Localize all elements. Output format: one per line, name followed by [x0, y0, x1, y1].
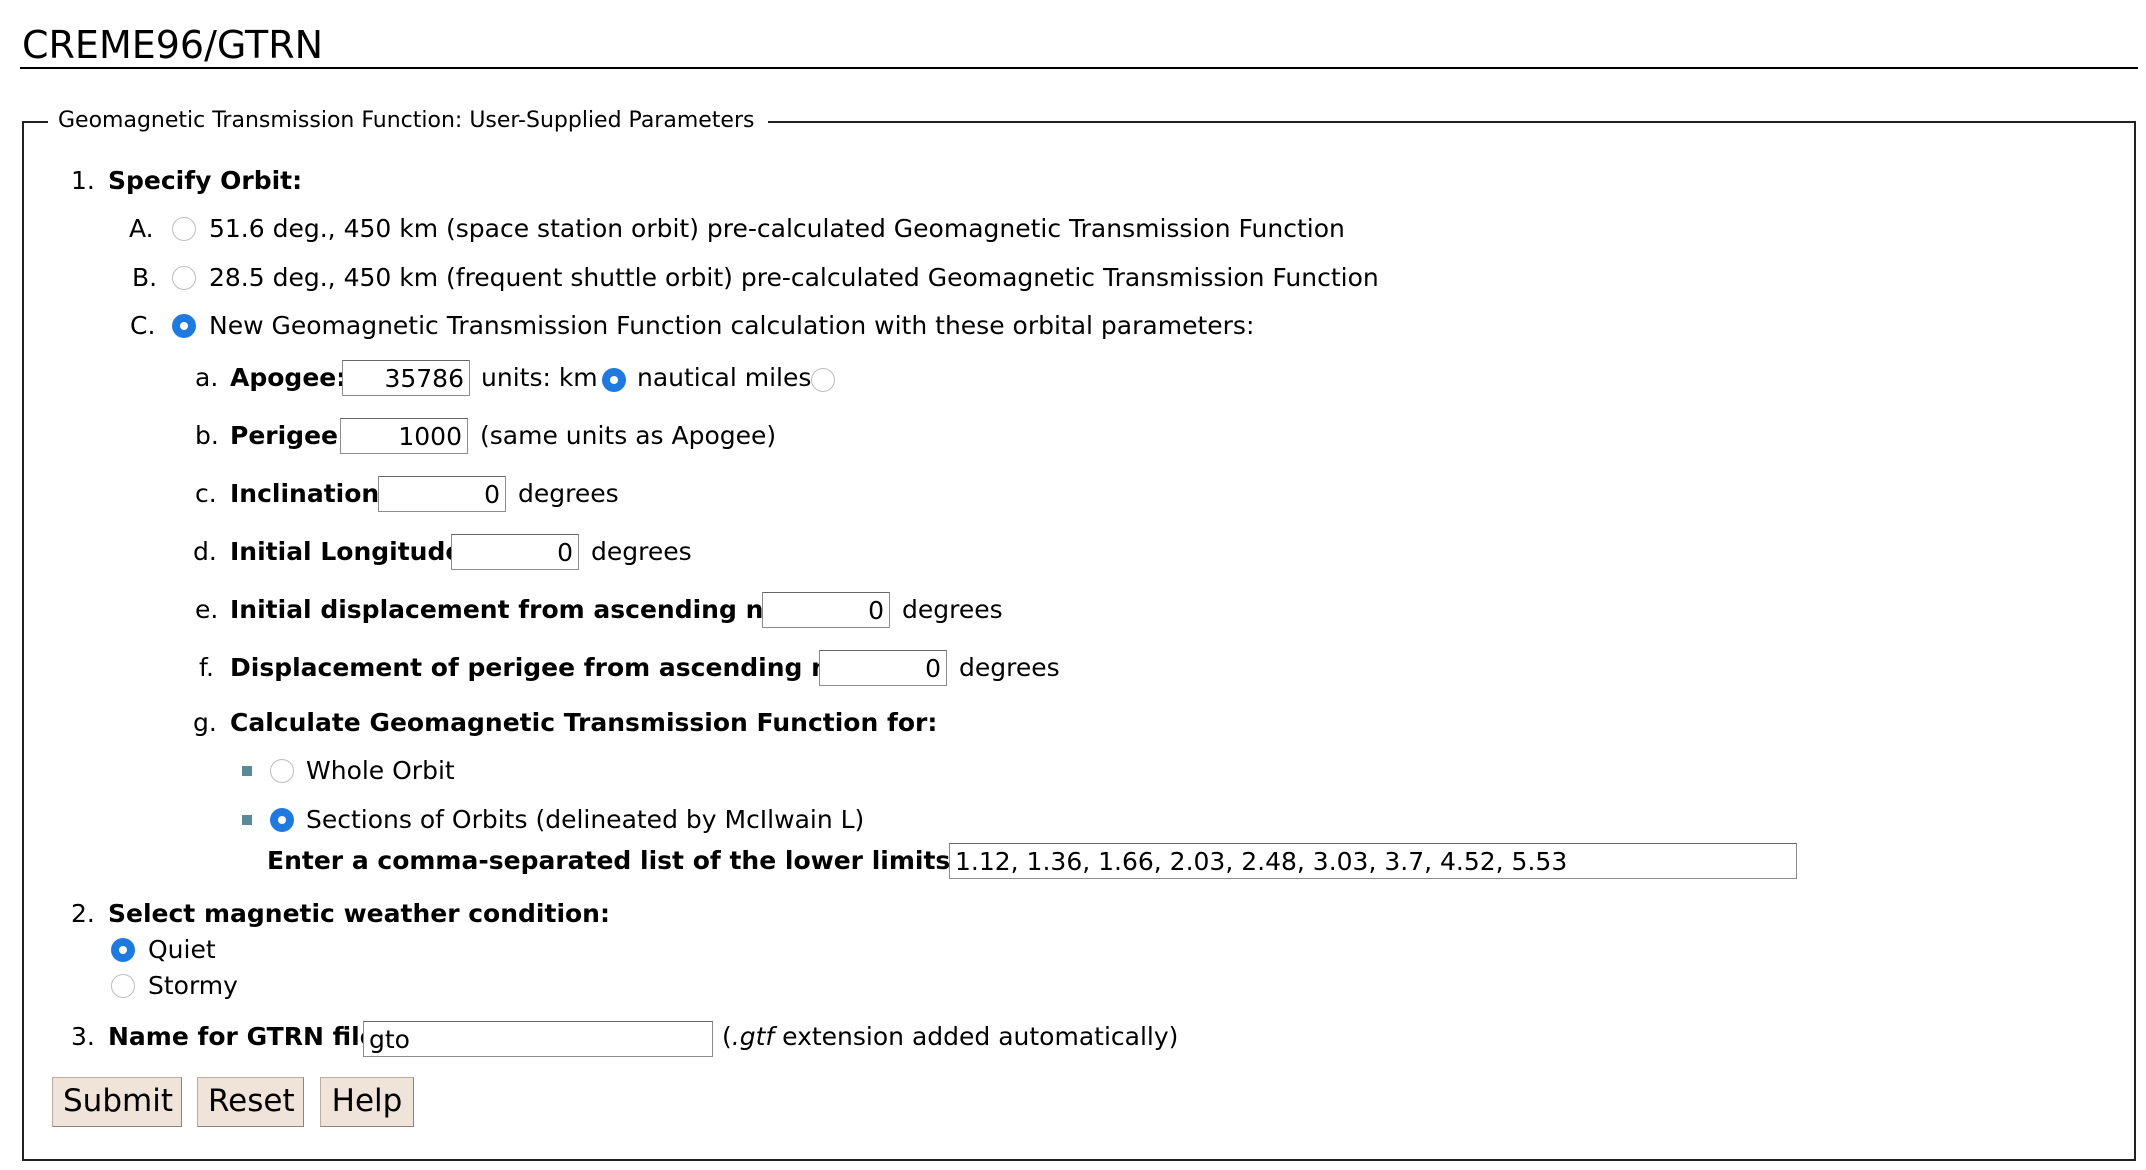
inclination-input[interactable]	[378, 476, 506, 512]
quiet-label: Quiet	[148, 935, 216, 964]
inclination-letter: c.	[195, 479, 217, 508]
step3-number: 3.	[71, 1022, 95, 1051]
gtrn-filename-input[interactable]	[363, 1021, 713, 1057]
orbit-option-b-radio[interactable]	[172, 266, 196, 290]
filename-hint-suffix: extension added automatically)	[774, 1022, 1179, 1051]
longitude-letter: d.	[193, 537, 217, 566]
orbit-option-c-radio[interactable]	[172, 314, 196, 338]
apogee-label: Apogee:	[230, 363, 347, 392]
displacement-label: Initial displacement from ascending node…	[230, 595, 826, 624]
units-km-radio[interactable]	[602, 368, 626, 392]
submit-button[interactable]: Submit	[52, 1077, 182, 1127]
perigee-displacement-suffix: degrees	[959, 653, 1060, 682]
orbit-option-a-letter: A.	[129, 214, 154, 243]
longitude-suffix: degrees	[591, 537, 692, 566]
reset-button[interactable]: Reset	[197, 1077, 304, 1127]
perigee-displacement-label: Displacement of perigee from ascending n…	[230, 653, 891, 682]
step3-label: Name for GTRN file:	[108, 1022, 387, 1051]
sections-of-orbits-label: Sections of Orbits (delineated by McIlwa…	[306, 805, 865, 834]
displacement-input[interactable]	[762, 592, 890, 628]
orbit-option-a-radio[interactable]	[172, 217, 196, 241]
nautical-miles-label: nautical miles	[637, 363, 812, 392]
apogee-units-label: units: km	[481, 363, 598, 392]
title-divider	[20, 67, 2138, 69]
quiet-radio[interactable]	[111, 938, 135, 962]
stormy-radio[interactable]	[111, 974, 135, 998]
help-button[interactable]: Help	[320, 1077, 414, 1127]
whole-orbit-label: Whole Orbit	[306, 756, 455, 785]
page-title: CREME96/GTRN	[22, 23, 324, 67]
sections-of-orbits-radio[interactable]	[270, 808, 294, 832]
perigee-suffix: (same units as Apogee)	[480, 421, 777, 450]
list-bullet	[242, 815, 252, 825]
orbit-option-b-label: 28.5 deg., 450 km (frequent shuttle orbi…	[209, 263, 1379, 292]
calculate-letter: g.	[193, 708, 217, 737]
apogee-input[interactable]	[342, 360, 470, 396]
perigee-input[interactable]	[340, 418, 468, 454]
inclination-label: Inclination:	[230, 479, 390, 508]
l-limits-input[interactable]	[949, 843, 1797, 879]
l-limits-label: Enter a comma-separated list of the lowe…	[267, 846, 1029, 875]
step1-number: 1.	[71, 166, 95, 195]
perigee-letter: b.	[195, 421, 219, 450]
orbit-option-b-letter: B.	[132, 263, 158, 292]
perigee-displacement-letter: f.	[199, 653, 214, 682]
displacement-suffix: degrees	[902, 595, 1003, 624]
step2-number: 2.	[71, 899, 95, 928]
longitude-input[interactable]	[451, 534, 579, 570]
filename-hint: (.gtf extension added automatically)	[722, 1022, 1178, 1052]
inclination-suffix: degrees	[518, 479, 619, 508]
step2-label: Select magnetic weather condition:	[108, 899, 610, 928]
stormy-label: Stormy	[148, 971, 238, 1000]
units-nautical-miles-radio[interactable]	[811, 368, 835, 392]
fieldset-legend: Geomagnetic Transmission Function: User-…	[48, 107, 769, 135]
apogee-letter: a.	[195, 363, 219, 392]
whole-orbit-radio[interactable]	[270, 759, 294, 783]
step1-label: Specify Orbit:	[108, 166, 303, 195]
filename-hint-prefix: (	[722, 1022, 732, 1051]
orbit-option-c-letter: C.	[130, 311, 156, 340]
orbit-option-a-label: 51.6 deg., 450 km (space station orbit) …	[209, 214, 1345, 243]
list-bullet	[242, 766, 252, 776]
displacement-letter: e.	[195, 595, 219, 624]
perigee-label: Perigee:	[230, 421, 348, 450]
orbit-option-c-label: New Geomagnetic Transmission Function ca…	[209, 311, 1255, 340]
calculate-label: Calculate Geomagnetic Transmission Funct…	[230, 708, 938, 737]
longitude-label: Initial Longitude:	[230, 537, 473, 566]
perigee-displacement-input[interactable]	[819, 650, 947, 686]
filename-hint-extension: .gtf	[731, 1022, 775, 1051]
